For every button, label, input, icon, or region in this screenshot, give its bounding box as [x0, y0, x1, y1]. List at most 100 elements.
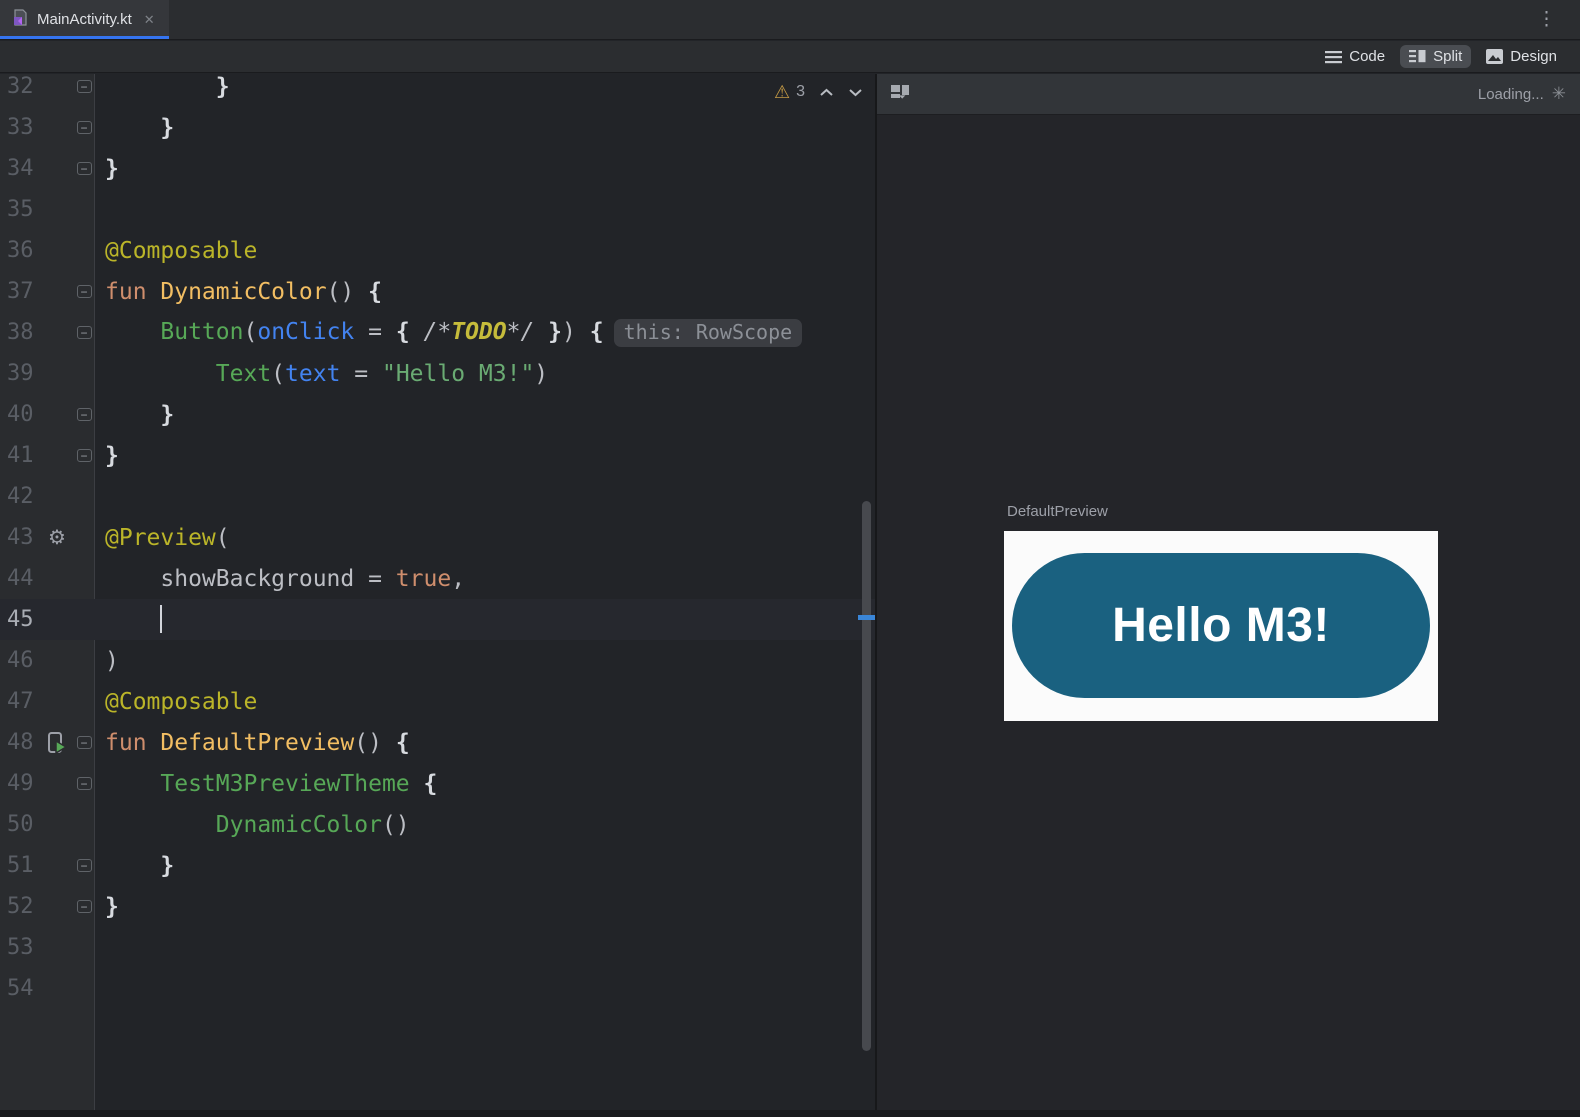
code-token: {	[395, 729, 410, 756]
fold-marker-icon[interactable]: −	[76, 736, 92, 749]
code-line[interactable]: 36 @Composable	[0, 230, 875, 271]
code-text: }	[94, 402, 174, 428]
caret-position-stripe-mark[interactable]	[858, 615, 875, 620]
line-number: 40	[7, 402, 34, 427]
preview-render-surface[interactable]: Hello M3!	[1004, 531, 1438, 721]
line-number: 34	[7, 156, 34, 181]
code-token: DefaultPreview	[160, 729, 355, 756]
fold-marker-icon[interactable]: −	[76, 162, 92, 175]
fold-slot: −	[74, 859, 94, 872]
preview-composable-name: DefaultPreview	[1007, 503, 1108, 520]
next-warning-chevron-down-icon[interactable]	[848, 88, 863, 97]
fold-marker-icon[interactable]: −	[76, 859, 92, 872]
code-token: {	[423, 770, 438, 797]
tab-mainactivity[interactable]: MainActivity.kt ✕	[0, 0, 169, 39]
tab-options-kebab-icon[interactable]: ⋮	[1537, 8, 1556, 31]
code-token: TODO	[451, 318, 507, 345]
compose-preview-panel: Loading... ✳ DefaultPreview Hello M3!	[877, 74, 1580, 1110]
code-token: }	[534, 318, 563, 345]
code-line[interactable]: 34 −}	[0, 148, 875, 189]
code-text: Button(onClick = { /*TODO*/ }) {this: Ro…	[94, 318, 803, 347]
code-token: /*	[423, 318, 452, 345]
line-number: 46	[7, 648, 34, 673]
fold-marker-icon[interactable]: −	[76, 285, 92, 298]
split-view-icon	[1409, 49, 1426, 64]
line-number: 51	[7, 853, 34, 878]
code-line[interactable]: 46)	[0, 640, 875, 681]
view-mode-design[interactable]: Design	[1477, 45, 1566, 68]
view-mode-code[interactable]: Code	[1316, 45, 1394, 68]
fold-marker-icon[interactable]: −	[76, 121, 92, 134]
code-line[interactable]: 39 Text(text = "Hello M3!")	[0, 353, 875, 394]
code-line[interactable]: 53	[0, 927, 875, 968]
code-editor[interactable]: 32− } 33− } 34 −} 35 36 @Composable 37− fun Dyna…	[0, 74, 875, 1110]
fold-marker-icon[interactable]: −	[76, 449, 92, 462]
fold-marker-icon[interactable]: −	[76, 777, 92, 790]
code-token: */	[506, 318, 535, 345]
code-text: fun DynamicColor() {	[94, 279, 382, 305]
code-line[interactable]: 43 ⚙ @Preview(	[0, 517, 875, 558]
code-line[interactable]: 44 showBackground = true,	[0, 558, 875, 599]
warning-icon: ⚠	[773, 82, 791, 102]
code-text	[94, 604, 163, 634]
inspection-widget[interactable]: ⚠ 3	[774, 83, 863, 101]
code-token: (	[243, 318, 258, 345]
inlay-hint[interactable]: this: RowScope	[613, 318, 803, 347]
code-line[interactable]: 48 − fun DefaultPreview() {	[0, 722, 875, 763]
line-number: 48	[7, 730, 34, 755]
code-token: fun	[105, 278, 161, 305]
line-number: 36	[7, 238, 34, 263]
line-number: 49	[7, 771, 34, 796]
line-number: 38	[7, 320, 34, 345]
code-line[interactable]: 38 − Button(onClick = { /*TODO*/ }) {this…	[0, 312, 875, 353]
preview-canvas[interactable]: DefaultPreview Hello M3!	[877, 115, 1580, 1110]
spinner-icon: ✳	[1551, 84, 1566, 103]
code-token: @Composable	[105, 237, 258, 264]
code-line[interactable]: 35	[0, 189, 875, 230]
code-token: ,	[451, 565, 466, 592]
view-mode-label: Split	[1433, 48, 1463, 65]
fold-marker-icon[interactable]: −	[76, 408, 92, 421]
code-token: {	[368, 278, 382, 305]
code-line[interactable]: 50 DynamicColor()	[0, 804, 875, 845]
fold-marker-icon[interactable]: −	[76, 326, 92, 339]
previous-warning-chevron-up-icon[interactable]	[819, 88, 834, 97]
code-line[interactable]: 45	[0, 599, 875, 640]
code-line[interactable]: 41 −}	[0, 435, 875, 476]
line-number: 43	[7, 525, 34, 550]
view-mode-label: Design	[1510, 48, 1557, 65]
code-line[interactable]: 32 − }	[0, 74, 875, 107]
editor-scrollbar[interactable]	[862, 501, 871, 1051]
preview-layout-switcher[interactable]	[889, 82, 915, 106]
fold-marker-icon[interactable]: −	[76, 80, 92, 93]
code-token: Button	[160, 318, 244, 345]
code-line[interactable]: 47 @Composable	[0, 681, 875, 722]
code-token: {	[395, 318, 424, 345]
code-token: fun	[105, 729, 161, 756]
code-line[interactable]: 49 − TestM3PreviewTheme {	[0, 763, 875, 804]
code-line[interactable]: 52 −}	[0, 886, 875, 927]
preview-settings-gear-icon[interactable]: ⚙	[40, 525, 74, 550]
code-line[interactable]: 37 − fun DynamicColor() {	[0, 271, 875, 312]
code-text: }	[94, 443, 119, 469]
code-line[interactable]: 51 − }	[0, 845, 875, 886]
code-token: showBackground =	[105, 565, 396, 592]
code-token: text	[285, 360, 341, 387]
warning-count: 3	[796, 83, 805, 100]
line-number: 39	[7, 361, 34, 386]
code-text: fun DefaultPreview() {	[94, 730, 410, 756]
code-line[interactable]: 42	[0, 476, 875, 517]
fold-marker-icon[interactable]: −	[76, 900, 92, 913]
run-preview-icon[interactable]	[40, 731, 74, 755]
code-line[interactable]: 40 − }	[0, 394, 875, 435]
code-line[interactable]: 54	[0, 968, 875, 1009]
view-mode-split[interactable]: Split	[1400, 45, 1472, 68]
tab-label: MainActivity.kt	[37, 11, 132, 28]
close-tab-icon[interactable]: ✕	[144, 12, 155, 28]
code-line[interactable]: 33 − }	[0, 107, 875, 148]
code-token: )	[534, 360, 549, 387]
line-number: 44	[7, 566, 34, 591]
view-mode-label: Code	[1349, 48, 1386, 65]
